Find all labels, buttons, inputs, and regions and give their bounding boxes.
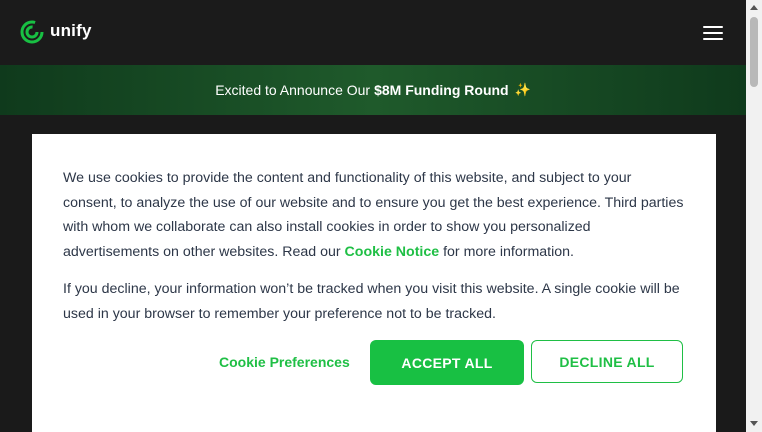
scroll-down-icon[interactable] xyxy=(750,421,758,426)
cookie-consent-modal: We use cookies to provide the content an… xyxy=(32,134,716,432)
cookie-notice-link[interactable]: Cookie Notice xyxy=(345,244,440,260)
announcement-banner[interactable]: Excited to Announce Our $8M Funding Roun… xyxy=(0,65,746,115)
cookie-button-row: Cookie Preferences ACCEPT ALL DECLINE AL… xyxy=(32,340,716,386)
unify-logo[interactable]: unify xyxy=(20,20,92,44)
page-scrollbar[interactable] xyxy=(746,0,762,432)
scroll-up-icon[interactable] xyxy=(750,5,758,10)
banner-text-bold: $8M Funding Round xyxy=(374,82,509,98)
sparkle-icon: ✨ xyxy=(514,82,531,97)
cookie-consent-text: We use cookies to provide the content an… xyxy=(63,166,685,264)
site-header: unify xyxy=(0,0,746,65)
hamburger-menu-icon[interactable] xyxy=(703,25,723,41)
accept-all-button[interactable]: ACCEPT ALL xyxy=(370,340,524,385)
decline-all-button[interactable]: DECLINE ALL xyxy=(531,340,683,383)
cookie-text-part2: for more information. xyxy=(439,243,574,260)
cookie-preferences-link[interactable]: Cookie Preferences xyxy=(219,354,350,370)
unify-logo-icon xyxy=(20,20,44,44)
cookie-decline-info: If you decline, your information won’t b… xyxy=(63,281,680,322)
banner-text-prefix: Excited to Announce Our xyxy=(215,82,371,98)
logo-text: unify xyxy=(50,20,92,40)
scrollbar-thumb[interactable] xyxy=(750,17,758,87)
